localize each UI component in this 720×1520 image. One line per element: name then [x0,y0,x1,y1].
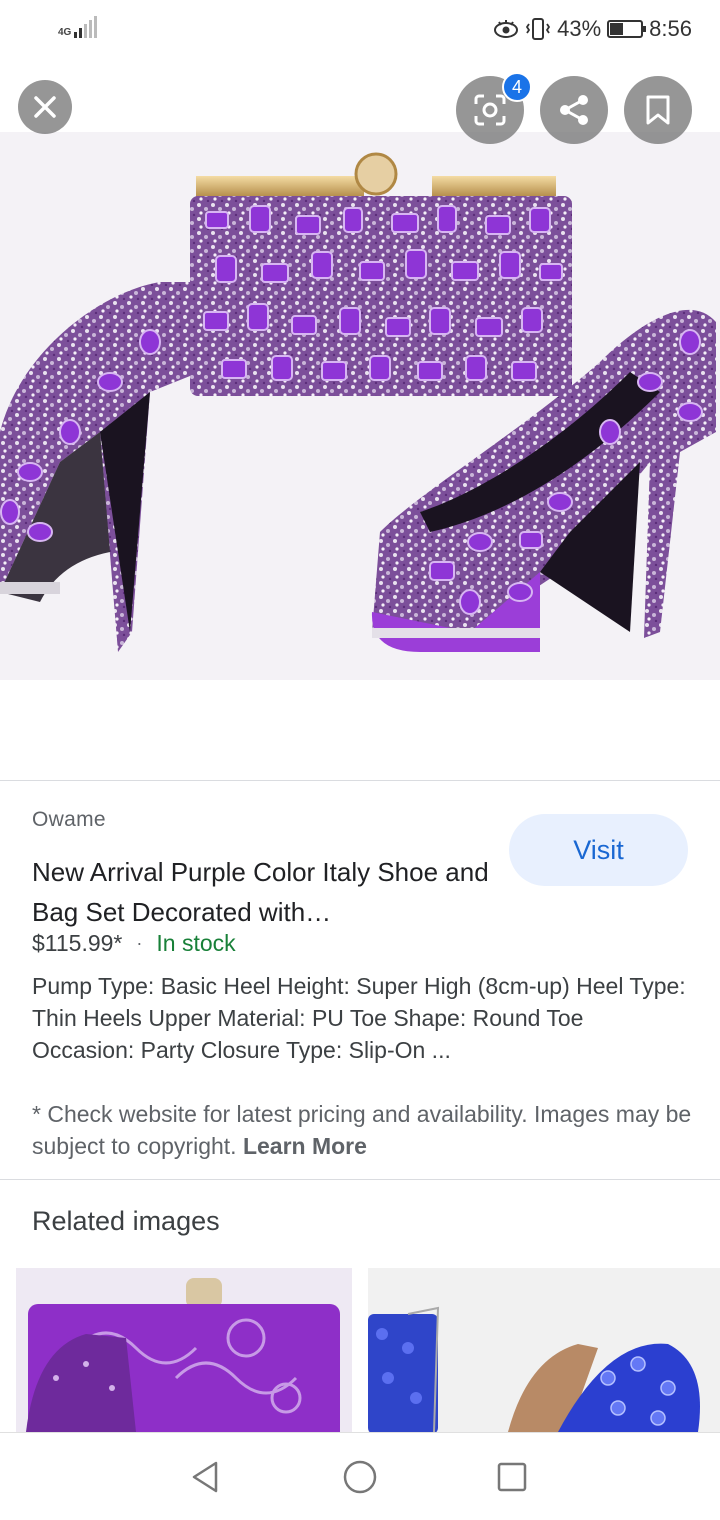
system-nav-bar [0,1432,720,1520]
save-button[interactable] [624,76,692,144]
battery-fill [610,23,624,35]
disclaimer: * Check website for latest pricing and a… [32,1098,692,1162]
divider [0,780,720,781]
home-circle-icon [343,1460,377,1494]
learn-more-link[interactable]: Learn More [243,1133,367,1159]
close-button[interactable] [18,80,72,134]
back-triangle-icon [192,1461,218,1493]
status-icons: 43% 8:56 [493,16,692,42]
product-image[interactable] [0,132,720,680]
bookmark-icon [646,95,670,125]
price-line: $115.99* · In stock [32,930,236,957]
visit-button[interactable]: Visit [509,814,688,886]
vibrate-icon [526,18,551,40]
eye-icon [494,20,519,38]
network-type: 4G [58,27,72,38]
price: $115.99* [32,930,123,956]
product-description: Pump Type: Basic Heel Height: Super High… [32,973,686,1063]
result-title[interactable]: New Arrival Purple Color Italy Shoe and … [32,852,502,932]
related-image-thumbnail[interactable] [16,1268,352,1432]
recents-square-icon [497,1462,527,1492]
source-site[interactable]: Owame [32,808,106,832]
battery-icon [607,20,647,38]
stock-status: In stock [156,930,236,956]
battery-percent: 43% [557,16,602,41]
recents-button[interactable] [490,1455,534,1499]
separator-dot: · [136,933,143,953]
blue-set-thumbnail [368,1268,720,1432]
clock: 8:56 [649,16,692,41]
close-icon [34,96,56,118]
related-image-thumbnail[interactable] [368,1268,720,1432]
home-button[interactable] [338,1455,382,1499]
back-button[interactable] [184,1455,228,1499]
related-images-heading: Related images [32,1206,220,1236]
lens-icon [474,94,506,126]
network-indicator: 4G [58,16,98,38]
lens-count-badge: 4 [502,72,532,102]
divider [0,1179,720,1180]
share-icon [560,95,588,125]
share-button[interactable] [540,76,608,144]
purple-set-thumbnail [16,1268,352,1432]
status-bar: 4G 43% 8:56 [0,0,720,62]
purple-shoes-and-clutch-illustration [0,152,716,652]
signal-icon [74,16,98,38]
